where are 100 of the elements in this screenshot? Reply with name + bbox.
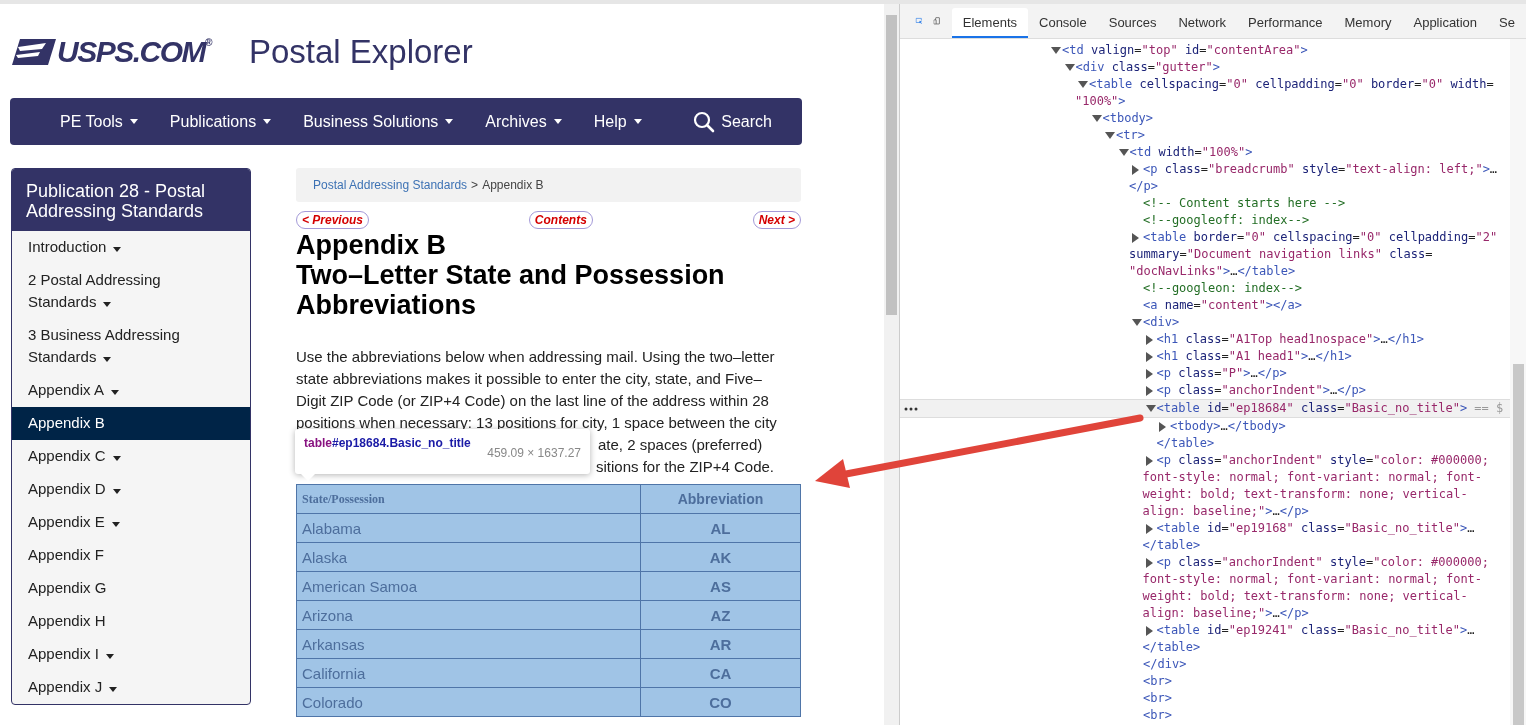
nav-menu-item[interactable]: PE Tools <box>44 112 154 131</box>
collapsed-arrow-icon[interactable] <box>1159 422 1166 432</box>
devtools-tab[interactable]: Network <box>1167 8 1238 38</box>
sidebar-item[interactable]: Appendix G <box>12 572 250 605</box>
collapsed-arrow-icon[interactable] <box>1132 233 1139 243</box>
collapsed-arrow-icon[interactable] <box>1145 335 1153 345</box>
dom-node-markup[interactable]: <a name="content"></a> <box>1143 297 1302 314</box>
sidebar-item[interactable]: 3 Business Addressing Standards <box>12 319 250 374</box>
devtools-tab[interactable]: Console <box>1028 8 1098 38</box>
dom-node-markup[interactable]: <table id="ep19168" class="Basic_no_title">… <box>1156 520 1475 537</box>
dom-node-markup[interactable]: <p class="anchorIndent" style="color: #000000; <box>1156 554 1489 571</box>
sidebar-item[interactable]: Appendix H <box>12 605 250 638</box>
scrollbar[interactable] <box>884 4 899 725</box>
collapsed-arrow-icon[interactable] <box>1145 626 1153 636</box>
dom-node-markup[interactable]: </table> <box>1142 537 1201 554</box>
sidebar-item[interactable]: Appendix F <box>12 539 250 572</box>
dom-node-markup[interactable]: font-style: normal; font-variant: normal; font- <box>1142 469 1483 486</box>
collapsed-arrow-icon[interactable] <box>1145 456 1153 466</box>
sidebar-item[interactable]: Appendix C <box>12 440 250 473</box>
dom-node-markup[interactable]: weight: bold; text-transform: none; vertical- <box>1142 486 1468 503</box>
dom-node-markup[interactable]: <td valign="top" id="contentArea"> <box>1062 42 1308 59</box>
devtools-tab[interactable]: Performance <box>1237 8 1334 38</box>
expanded-arrow-icon[interactable] <box>1145 405 1156 412</box>
dom-node-markup[interactable]: <br> <box>1143 707 1172 724</box>
paragraph-fragment: ate, 2 spaces (preferred) <box>598 435 763 455</box>
scrollbar[interactable] <box>1510 39 1526 725</box>
dom-node-markup[interactable]: weight: bold; text-transform: none; vertical- <box>1142 588 1468 605</box>
dom-node-markup[interactable]: <tbody>…</tbody> <box>1170 418 1286 435</box>
expanded-arrow-icon[interactable] <box>1078 81 1088 88</box>
dom-node-markup[interactable]: </table> <box>1142 639 1201 656</box>
dom-node-markup[interactable]: <div class="gutter"> <box>1075 59 1221 76</box>
collapsed-arrow-icon[interactable] <box>1145 352 1153 362</box>
breadcrumb-link[interactable]: Postal Addressing Standards <box>313 178 468 192</box>
sidebar-item[interactable]: 2 Postal Addressing Standards <box>12 264 250 319</box>
dom-node-markup[interactable]: <!-- Content starts here --> <box>1143 195 1346 212</box>
doc-nav-button[interactable]: Contents <box>528 211 593 229</box>
nav-menu-item[interactable]: Help <box>577 112 658 131</box>
expanded-arrow-icon[interactable] <box>1105 132 1115 139</box>
sidebar-item[interactable]: Appendix D <box>12 473 250 506</box>
dom-node-markup[interactable]: <!--googleoff: index--> <box>1143 212 1310 229</box>
dom-node-markup[interactable]: <h1 class="A1Top head1nospace">…</h1> <box>1156 331 1424 348</box>
dom-node-markup[interactable]: <table cellspacing="0" cellpadding="0" border="0" width= <box>1089 76 1494 93</box>
dom-node-markup[interactable]: <tr> <box>1116 127 1145 144</box>
dom-node-markup[interactable]: <p class="P">…</p> <box>1156 365 1287 382</box>
nav-menu-item[interactable]: Archives <box>469 112 578 131</box>
devtools-tab[interactable]: Elements <box>951 8 1028 38</box>
sidebar-item[interactable]: Appendix E <box>12 506 250 539</box>
dom-node-markup[interactable]: <p class="anchorIndent">…</p> <box>1156 382 1367 399</box>
collapsed-arrow-icon[interactable] <box>1145 524 1153 534</box>
devtools-tab[interactable]: Memory <box>1333 8 1403 38</box>
collapsed-arrow-icon[interactable] <box>1145 369 1153 379</box>
sidebar-item[interactable]: Introduction <box>12 231 250 264</box>
dom-node-markup[interactable]: <br> <box>1143 690 1172 707</box>
sidebar-item[interactable]: Appendix A <box>12 374 250 407</box>
dom-node-markup[interactable]: <p class="breadcrumb" style="text-align: left;">… <box>1143 161 1498 178</box>
nav-menu-item[interactable]: Publications <box>153 112 288 131</box>
collapsed-arrow-icon[interactable] <box>1145 558 1153 568</box>
devtools-tab[interactable]: Se <box>1488 8 1526 38</box>
sidebar-item[interactable]: Appendix I <box>12 638 250 671</box>
logo-wordmark: USPS.COM$^{®}$ <box>57 35 211 69</box>
dom-node-markup[interactable]: align: baseline;">…</p> <box>1142 605 1309 622</box>
dom-node-markup[interactable]: <table id="ep18684" class="Basic_no_title"> <box>1156 400 1468 417</box>
doc-nav-button[interactable]: Next > <box>752 211 801 229</box>
expanded-arrow-icon[interactable] <box>1118 149 1129 156</box>
dom-node-markup[interactable]: <table border="0" cellspacing="0" cellpadding="2" <box>1143 229 1498 246</box>
devtools-tab[interactable]: Sources <box>1097 8 1168 38</box>
selected-node-row[interactable]: <table id="ep18684" class="Basic_no_title"> == $ <box>900 399 1510 418</box>
dom-node-markup[interactable]: <p class="anchorIndent" style="color: #000000; <box>1156 452 1489 469</box>
search-link[interactable]: Search <box>677 110 788 133</box>
dom-node-markup[interactable]: <td width="100%"> <box>1129 144 1253 161</box>
expanded-arrow-icon[interactable] <box>1051 47 1061 54</box>
more-icon[interactable] <box>904 407 918 411</box>
page-heading: Appendix B <box>296 230 447 260</box>
dom-node-markup[interactable]: align: baseline;">…</p> <box>1142 503 1309 520</box>
nav-menu-item[interactable]: Business Solutions <box>287 112 470 131</box>
sidebar-item[interactable]: Appendix B <box>12 407 250 440</box>
table-cell: American Samoa <box>296 571 641 601</box>
collapsed-arrow-icon[interactable] <box>1132 165 1139 175</box>
dom-node-markup[interactable]: font-style: normal; font-variant: normal; font- <box>1142 571 1483 588</box>
dom-node-markup[interactable]: "docNavLinks">…</table> <box>1129 263 1296 280</box>
dom-node-markup[interactable]: </p> <box>1129 178 1158 195</box>
expanded-arrow-icon[interactable] <box>1064 64 1075 71</box>
dom-node-markup[interactable]: <div> <box>1143 314 1180 331</box>
dom-node-markup[interactable]: "100%"> <box>1075 93 1126 110</box>
devtools-tab[interactable]: Application <box>1402 8 1489 38</box>
dom-node-markup[interactable]: <table id="ep19241" class="Basic_no_title">… <box>1156 622 1475 639</box>
dom-node-markup[interactable]: <!--googleon: index--> <box>1143 280 1302 297</box>
caret-icon <box>445 119 454 124</box>
dom-node-markup[interactable]: summary="Document navigation links" class= <box>1129 246 1433 263</box>
expanded-arrow-icon[interactable] <box>1091 115 1102 122</box>
caret-icon <box>113 247 122 252</box>
expanded-arrow-icon[interactable] <box>1132 319 1142 326</box>
dom-node-markup[interactable]: <h1 class="A1 head1">…</h1> <box>1156 348 1352 365</box>
doc-nav-button[interactable]: < Previous <box>296 211 370 229</box>
dom-node-markup[interactable]: <br> <box>1143 673 1172 690</box>
table-cell: AK <box>640 542 801 572</box>
dom-node-markup[interactable]: <tbody> <box>1102 110 1154 127</box>
sidebar-item[interactable]: Appendix J <box>12 671 250 704</box>
caret-icon <box>109 687 118 692</box>
eagle-logo-icon <box>12 37 56 67</box>
